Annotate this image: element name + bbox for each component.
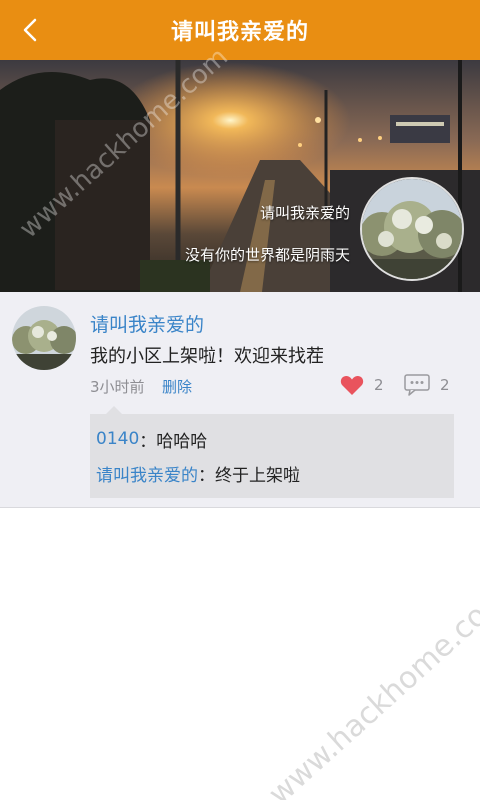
comment-text: 终于上架啦 xyxy=(215,465,300,486)
comment-text: 哈哈哈 xyxy=(156,431,208,452)
nav-bar: 请叫我亲爱的 xyxy=(0,0,480,60)
comment-user[interactable]: 请叫我亲爱的 xyxy=(96,461,198,486)
comment-separator: ： xyxy=(139,431,157,452)
comment-separator: ： xyxy=(198,465,215,486)
comment-button[interactable]: 2 xyxy=(404,374,450,396)
comment-item[interactable]: 0140：哈哈哈 xyxy=(96,422,448,456)
comment-count: 2 xyxy=(440,376,450,394)
cover-avatar[interactable] xyxy=(360,177,464,281)
tree-photo-icon xyxy=(362,179,462,279)
watermark: www.hackhome.com xyxy=(262,578,480,800)
comment-item[interactable]: 请叫我亲爱的：终于上架啦 xyxy=(96,456,448,490)
delete-button[interactable]: 删除 xyxy=(162,376,192,397)
comment-bubble-icon xyxy=(404,374,430,396)
post-author-avatar[interactable] xyxy=(12,306,76,370)
comments-list: 0140：哈哈哈 请叫我亲爱的：终于上架啦 xyxy=(90,406,454,498)
cover-username: 请叫我亲爱的 xyxy=(259,204,350,222)
post-timestamp: 3小时前 xyxy=(90,378,145,396)
heart-icon xyxy=(340,375,364,395)
chevron-left-icon xyxy=(23,18,37,42)
tree-photo-icon xyxy=(12,306,76,370)
back-button[interactable] xyxy=(10,10,50,50)
page-title: 请叫我亲爱的 xyxy=(170,20,309,45)
like-count: 2 xyxy=(374,376,384,394)
cover-signature: 没有你的世界都是阴雨天 xyxy=(184,246,350,264)
post-author-name[interactable]: 请叫我亲爱的 xyxy=(90,310,204,337)
like-button[interactable]: 2 xyxy=(340,374,384,396)
post-content: 我的小区上架啦！欢迎来找茬 xyxy=(90,346,324,367)
comment-user[interactable]: 0140 xyxy=(96,429,139,449)
post-card: 请叫我亲爱的 我的小区上架啦！欢迎来找茬 3小时前 删除 2 2 0140：哈哈… xyxy=(0,292,480,508)
